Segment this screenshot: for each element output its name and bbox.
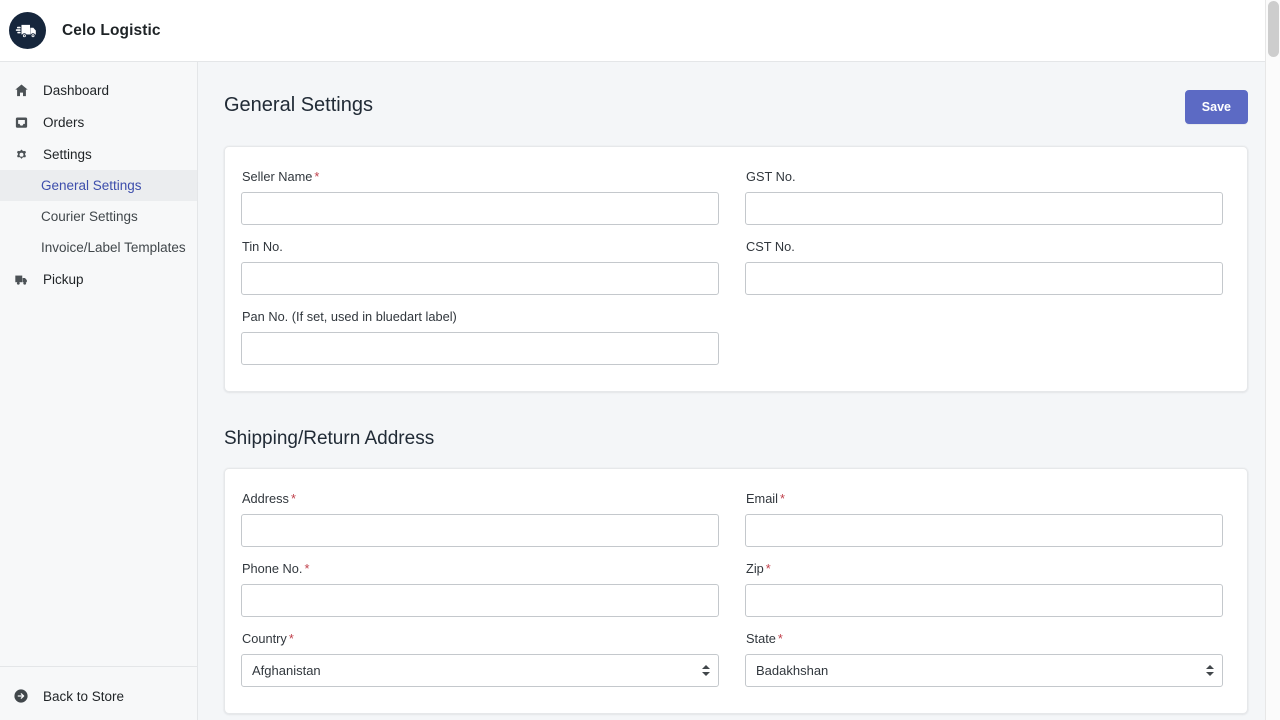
field-label: GST No. <box>746 169 1223 185</box>
field-address: Address* <box>241 491 719 547</box>
top-header-bar: Celo Logistic <box>0 0 1280 62</box>
field-label: Zip* <box>746 561 1223 577</box>
state-select[interactable]: Badakhshan <box>745 654 1223 687</box>
field-label: CST No. <box>746 239 1223 255</box>
pan-no-input[interactable] <box>241 332 719 365</box>
bottom-spacer <box>224 714 1248 720</box>
zip-input[interactable] <box>745 584 1223 617</box>
field-label: Phone No.* <box>242 561 719 577</box>
sidebar-item-label: Orders <box>43 115 84 130</box>
field-tin-no: Tin No. <box>241 239 719 295</box>
main-content: General Settings Save Seller Name* GST N… <box>198 62 1280 720</box>
form-row: Country* Afghanistan State* Ba <box>241 631 1223 687</box>
field-label: Tin No. <box>242 239 719 255</box>
state-select-wrap: Badakhshan <box>745 654 1223 687</box>
sidebar-item-invoice-label-templates[interactable]: Invoice/Label Templates <box>0 232 197 263</box>
form-row: Seller Name* GST No. <box>241 169 1223 225</box>
field-label: Address* <box>242 491 719 507</box>
body-split: Dashboard Orders <box>0 62 1280 720</box>
required-marker: * <box>289 631 294 646</box>
field-pan-no: Pan No. (If set, used in bluedart label) <box>241 309 719 365</box>
field-gst-no: GST No. <box>745 169 1223 225</box>
field-label-text: Country <box>242 631 287 646</box>
sidebar-subitem-label: Invoice/Label Templates <box>41 240 186 255</box>
field-label: Country* <box>242 631 719 647</box>
cst-no-input[interactable] <box>745 262 1223 295</box>
sidebar-item-label: Settings <box>43 147 92 162</box>
field-label-text: State <box>746 631 776 646</box>
back-to-store-label: Back to Store <box>43 689 124 704</box>
field-label-text: Email <box>746 491 778 506</box>
required-marker: * <box>780 491 785 506</box>
required-marker: * <box>291 491 296 506</box>
sidebar: Dashboard Orders <box>0 62 198 720</box>
app-root: Celo Logistic Dashboard <box>0 0 1280 720</box>
required-marker: * <box>304 561 309 576</box>
general-settings-card: Seller Name* GST No. Tin No. <box>224 146 1248 392</box>
sidebar-item-courier-settings[interactable]: Courier Settings <box>0 201 197 232</box>
field-phone-no: Phone No.* <box>241 561 719 617</box>
save-button[interactable]: Save <box>1185 90 1248 124</box>
arrow-right-circle-icon <box>12 687 30 705</box>
delivery-truck-icon <box>9 12 46 49</box>
page-title: General Settings <box>224 90 373 118</box>
sidebar-nav: Dashboard Orders <box>0 62 197 666</box>
sidebar-footer: Back to Store <box>0 666 197 720</box>
scrollbar-thumb[interactable] <box>1268 1 1279 57</box>
field-state: State* Badakhshan <box>745 631 1223 687</box>
field-label-text: Seller Name <box>242 169 312 184</box>
field-label-text: Address <box>242 491 289 506</box>
field-label: Seller Name* <box>242 169 719 185</box>
field-seller-name: Seller Name* <box>241 169 719 225</box>
main-inner: General Settings Save Seller Name* GST N… <box>198 62 1280 720</box>
sidebar-item-pickup[interactable]: Pickup <box>0 263 197 295</box>
field-label: Email* <box>746 491 1223 507</box>
sidebar-item-general-settings[interactable]: General Settings <box>0 170 197 201</box>
sidebar-item-dashboard[interactable]: Dashboard <box>0 74 197 106</box>
form-row: Address* Email* <box>241 491 1223 547</box>
home-icon <box>12 81 30 99</box>
sidebar-subitem-label: Courier Settings <box>41 209 138 224</box>
shipping-return-address-title: Shipping/Return Address <box>224 428 1248 450</box>
sidebar-item-label: Pickup <box>43 272 84 287</box>
required-marker: * <box>314 169 319 184</box>
country-select[interactable]: Afghanistan <box>241 654 719 687</box>
field-email: Email* <box>745 491 1223 547</box>
field-label: Pan No. (If set, used in bluedart label) <box>242 309 719 325</box>
field-label-text: Zip <box>746 561 764 576</box>
required-marker: * <box>766 561 771 576</box>
field-label-text: Phone No. <box>242 561 302 576</box>
gear-icon <box>12 145 30 163</box>
seller-name-input[interactable] <box>241 192 719 225</box>
sidebar-subitem-label: General Settings <box>41 178 142 193</box>
field-label: State* <box>746 631 1223 647</box>
sidebar-item-label: Dashboard <box>43 83 109 98</box>
inbox-icon <box>12 113 30 131</box>
sidebar-item-settings[interactable]: Settings <box>0 138 197 170</box>
truck-icon <box>12 270 30 288</box>
email-input[interactable] <box>745 514 1223 547</box>
form-row: Tin No. CST No. <box>241 239 1223 295</box>
address-input[interactable] <box>241 514 719 547</box>
form-row: Pan No. (If set, used in bluedart label) <box>241 309 1223 365</box>
required-marker: * <box>778 631 783 646</box>
shipping-return-address-card: Address* Email* Phone No.* <box>224 468 1248 714</box>
page-scrollbar[interactable] <box>1265 0 1280 720</box>
page-header: General Settings Save <box>224 90 1248 124</box>
brand-name: Celo Logistic <box>62 22 161 40</box>
sidebar-item-orders[interactable]: Orders <box>0 106 197 138</box>
gst-no-input[interactable] <box>745 192 1223 225</box>
field-country: Country* Afghanistan <box>241 631 719 687</box>
field-zip: Zip* <box>745 561 1223 617</box>
phone-no-input[interactable] <box>241 584 719 617</box>
back-to-store-link[interactable]: Back to Store <box>0 681 197 711</box>
spacer <box>745 309 1223 365</box>
form-row: Phone No.* Zip* <box>241 561 1223 617</box>
field-cst-no: CST No. <box>745 239 1223 295</box>
tin-no-input[interactable] <box>241 262 719 295</box>
country-select-wrap: Afghanistan <box>241 654 719 687</box>
